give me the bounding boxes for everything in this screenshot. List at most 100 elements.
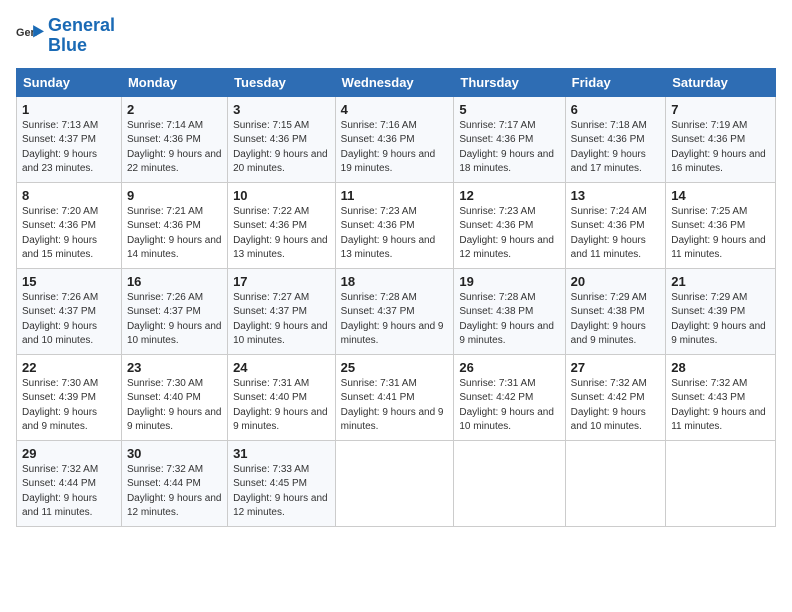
- calendar-cell: 27 Sunrise: 7:32 AMSunset: 4:42 PMDaylig…: [565, 354, 666, 440]
- day-info: Sunrise: 7:27 AMSunset: 4:37 PMDaylight:…: [233, 291, 330, 349]
- calendar-cell: 28 Sunrise: 7:32 AMSunset: 4:43 PMDaylig…: [666, 354, 776, 440]
- day-number: 5: [459, 102, 559, 117]
- calendar-cell: 30 Sunrise: 7:32 AMSunset: 4:44 PMDaylig…: [121, 440, 227, 526]
- day-info: Sunrise: 7:31 AMSunset: 4:42 PMDaylight:…: [459, 377, 559, 435]
- calendar-cell: 6 Sunrise: 7:18 AMSunset: 4:36 PMDayligh…: [565, 96, 666, 182]
- day-info: Sunrise: 7:24 AMSunset: 4:36 PMDaylight:…: [571, 205, 661, 263]
- day-number: 18: [341, 274, 449, 289]
- calendar-cell: [565, 440, 666, 526]
- calendar-cell: 31 Sunrise: 7:33 AMSunset: 4:45 PMDaylig…: [228, 440, 336, 526]
- calendar-cell: [335, 440, 454, 526]
- day-info: Sunrise: 7:29 AMSunset: 4:38 PMDaylight:…: [571, 291, 661, 349]
- day-number: 9: [127, 188, 222, 203]
- day-info: Sunrise: 7:25 AMSunset: 4:36 PMDaylight:…: [671, 205, 770, 263]
- day-info: Sunrise: 7:16 AMSunset: 4:36 PMDaylight:…: [341, 119, 449, 177]
- day-info: Sunrise: 7:29 AMSunset: 4:39 PMDaylight:…: [671, 291, 770, 349]
- calendar-cell: 1 Sunrise: 7:13 AMSunset: 4:37 PMDayligh…: [17, 96, 122, 182]
- day-info: Sunrise: 7:15 AMSunset: 4:36 PMDaylight:…: [233, 119, 330, 177]
- calendar-cell: 24 Sunrise: 7:31 AMSunset: 4:40 PMDaylig…: [228, 354, 336, 440]
- header-cell-tuesday: Tuesday: [228, 68, 336, 96]
- calendar-cell: 19 Sunrise: 7:28 AMSunset: 4:38 PMDaylig…: [454, 268, 565, 354]
- day-info: Sunrise: 7:13 AMSunset: 4:37 PMDaylight:…: [22, 119, 116, 177]
- day-number: 8: [22, 188, 116, 203]
- header-cell-sunday: Sunday: [17, 68, 122, 96]
- day-info: Sunrise: 7:23 AMSunset: 4:36 PMDaylight:…: [459, 205, 559, 263]
- calendar-cell: 9 Sunrise: 7:21 AMSunset: 4:36 PMDayligh…: [121, 182, 227, 268]
- calendar-cell: 13 Sunrise: 7:24 AMSunset: 4:36 PMDaylig…: [565, 182, 666, 268]
- day-number: 13: [571, 188, 661, 203]
- day-info: Sunrise: 7:23 AMSunset: 4:36 PMDaylight:…: [341, 205, 449, 263]
- calendar-cell: 29 Sunrise: 7:32 AMSunset: 4:44 PMDaylig…: [17, 440, 122, 526]
- day-info: Sunrise: 7:18 AMSunset: 4:36 PMDaylight:…: [571, 119, 661, 177]
- day-info: Sunrise: 7:19 AMSunset: 4:36 PMDaylight:…: [671, 119, 770, 177]
- header: Gen GeneralBlue: [16, 16, 776, 56]
- day-number: 30: [127, 446, 222, 461]
- header-cell-thursday: Thursday: [454, 68, 565, 96]
- calendar-week-row: 22 Sunrise: 7:30 AMSunset: 4:39 PMDaylig…: [17, 354, 776, 440]
- header-cell-monday: Monday: [121, 68, 227, 96]
- calendar-cell: 22 Sunrise: 7:30 AMSunset: 4:39 PMDaylig…: [17, 354, 122, 440]
- calendar-cell: 16 Sunrise: 7:26 AMSunset: 4:37 PMDaylig…: [121, 268, 227, 354]
- calendar-cell: 25 Sunrise: 7:31 AMSunset: 4:41 PMDaylig…: [335, 354, 454, 440]
- calendar-cell: [666, 440, 776, 526]
- calendar-week-row: 29 Sunrise: 7:32 AMSunset: 4:44 PMDaylig…: [17, 440, 776, 526]
- day-info: Sunrise: 7:26 AMSunset: 4:37 PMDaylight:…: [22, 291, 116, 349]
- calendar-cell: 10 Sunrise: 7:22 AMSunset: 4:36 PMDaylig…: [228, 182, 336, 268]
- day-number: 22: [22, 360, 116, 375]
- header-cell-wednesday: Wednesday: [335, 68, 454, 96]
- calendar-header-row: SundayMondayTuesdayWednesdayThursdayFrid…: [17, 68, 776, 96]
- calendar-cell: 23 Sunrise: 7:30 AMSunset: 4:40 PMDaylig…: [121, 354, 227, 440]
- day-info: Sunrise: 7:28 AMSunset: 4:38 PMDaylight:…: [459, 291, 559, 349]
- day-info: Sunrise: 7:32 AMSunset: 4:44 PMDaylight:…: [22, 463, 116, 521]
- day-number: 17: [233, 274, 330, 289]
- day-number: 29: [22, 446, 116, 461]
- day-info: Sunrise: 7:26 AMSunset: 4:37 PMDaylight:…: [127, 291, 222, 349]
- calendar-cell: 8 Sunrise: 7:20 AMSunset: 4:36 PMDayligh…: [17, 182, 122, 268]
- day-info: Sunrise: 7:33 AMSunset: 4:45 PMDaylight:…: [233, 463, 330, 521]
- day-number: 6: [571, 102, 661, 117]
- calendar-cell: 20 Sunrise: 7:29 AMSunset: 4:38 PMDaylig…: [565, 268, 666, 354]
- day-number: 3: [233, 102, 330, 117]
- day-info: Sunrise: 7:30 AMSunset: 4:40 PMDaylight:…: [127, 377, 222, 435]
- day-info: Sunrise: 7:32 AMSunset: 4:43 PMDaylight:…: [671, 377, 770, 435]
- logo-icon: Gen: [16, 22, 44, 50]
- day-number: 12: [459, 188, 559, 203]
- day-info: Sunrise: 7:28 AMSunset: 4:37 PMDaylight:…: [341, 291, 449, 349]
- day-number: 28: [671, 360, 770, 375]
- day-number: 16: [127, 274, 222, 289]
- header-cell-friday: Friday: [565, 68, 666, 96]
- day-number: 19: [459, 274, 559, 289]
- day-number: 2: [127, 102, 222, 117]
- calendar-cell: 15 Sunrise: 7:26 AMSunset: 4:37 PMDaylig…: [17, 268, 122, 354]
- day-number: 24: [233, 360, 330, 375]
- day-number: 1: [22, 102, 116, 117]
- day-number: 14: [671, 188, 770, 203]
- logo-text: GeneralBlue: [48, 16, 115, 56]
- day-info: Sunrise: 7:32 AMSunset: 4:44 PMDaylight:…: [127, 463, 222, 521]
- day-number: 20: [571, 274, 661, 289]
- calendar-cell: 4 Sunrise: 7:16 AMSunset: 4:36 PMDayligh…: [335, 96, 454, 182]
- calendar-cell: 21 Sunrise: 7:29 AMSunset: 4:39 PMDaylig…: [666, 268, 776, 354]
- calendar-cell: 2 Sunrise: 7:14 AMSunset: 4:36 PMDayligh…: [121, 96, 227, 182]
- day-number: 26: [459, 360, 559, 375]
- calendar-week-row: 8 Sunrise: 7:20 AMSunset: 4:36 PMDayligh…: [17, 182, 776, 268]
- calendar-cell: 26 Sunrise: 7:31 AMSunset: 4:42 PMDaylig…: [454, 354, 565, 440]
- day-number: 31: [233, 446, 330, 461]
- day-number: 15: [22, 274, 116, 289]
- day-info: Sunrise: 7:17 AMSunset: 4:36 PMDaylight:…: [459, 119, 559, 177]
- calendar-cell: 14 Sunrise: 7:25 AMSunset: 4:36 PMDaylig…: [666, 182, 776, 268]
- day-info: Sunrise: 7:31 AMSunset: 4:40 PMDaylight:…: [233, 377, 330, 435]
- calendar-cell: 12 Sunrise: 7:23 AMSunset: 4:36 PMDaylig…: [454, 182, 565, 268]
- day-info: Sunrise: 7:22 AMSunset: 4:36 PMDaylight:…: [233, 205, 330, 263]
- calendar-cell: 3 Sunrise: 7:15 AMSunset: 4:36 PMDayligh…: [228, 96, 336, 182]
- day-number: 11: [341, 188, 449, 203]
- day-number: 21: [671, 274, 770, 289]
- day-info: Sunrise: 7:20 AMSunset: 4:36 PMDaylight:…: [22, 205, 116, 263]
- calendar-cell: 5 Sunrise: 7:17 AMSunset: 4:36 PMDayligh…: [454, 96, 565, 182]
- calendar-body: 1 Sunrise: 7:13 AMSunset: 4:37 PMDayligh…: [17, 96, 776, 526]
- day-info: Sunrise: 7:31 AMSunset: 4:41 PMDaylight:…: [341, 377, 449, 435]
- day-info: Sunrise: 7:30 AMSunset: 4:39 PMDaylight:…: [22, 377, 116, 435]
- calendar-week-row: 1 Sunrise: 7:13 AMSunset: 4:37 PMDayligh…: [17, 96, 776, 182]
- calendar-cell: [454, 440, 565, 526]
- day-info: Sunrise: 7:32 AMSunset: 4:42 PMDaylight:…: [571, 377, 661, 435]
